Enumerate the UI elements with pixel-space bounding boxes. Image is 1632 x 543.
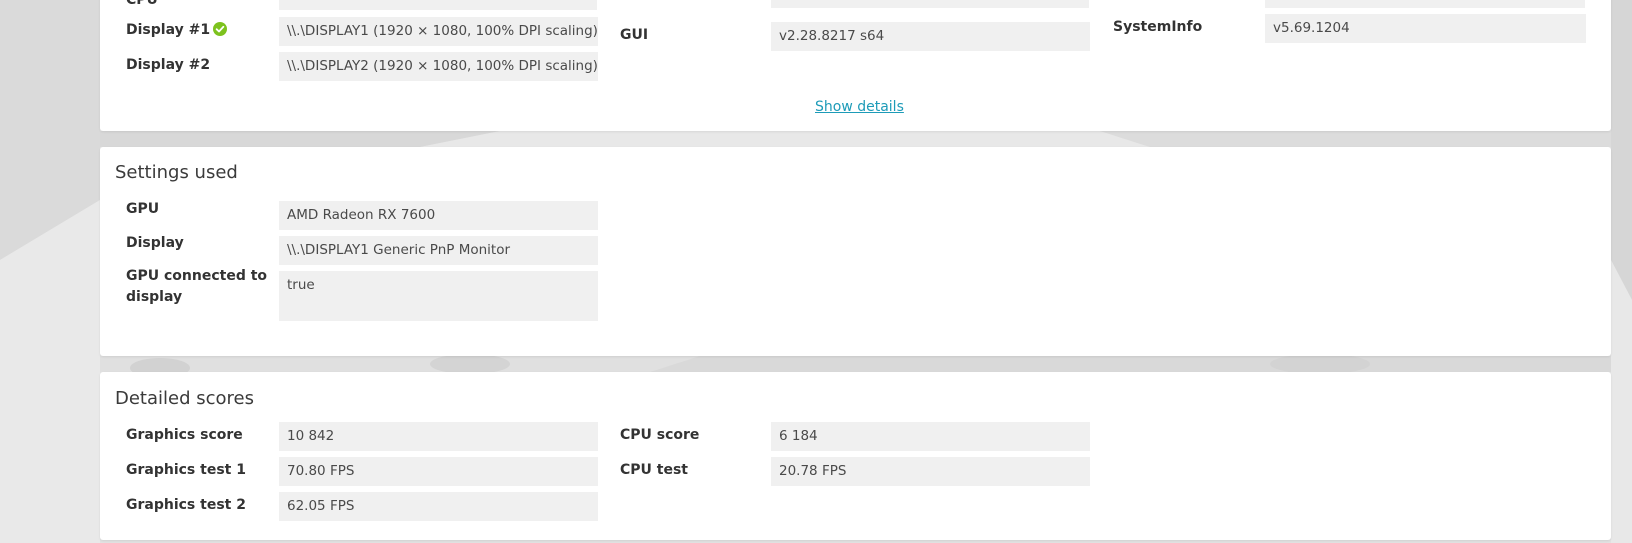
cpu-test-label: CPU test — [620, 462, 688, 478]
settings-gpu-label: GPU — [126, 201, 160, 217]
system-info-panel: CPU Display #1 \\.\DISPLAY1 (1920 × 1080… — [100, 0, 1611, 131]
graphics-score-value: 10 842 — [279, 422, 598, 451]
settings-gpu-connected-value: true — [279, 271, 598, 321]
graphics-test1-label: Graphics test 1 — [126, 462, 246, 478]
column3-value-partial — [1265, 0, 1585, 8]
settings-display-label: Display — [126, 235, 184, 251]
graphics-test1-value: 70.80 FPS — [279, 457, 598, 486]
systeminfo-label: SystemInfo — [1113, 19, 1203, 35]
show-details-link[interactable]: Show details — [815, 99, 904, 115]
gui-value: v2.28.8217 s64 — [771, 22, 1090, 51]
display2-value: \\.\DISPLAY2 (1920 × 1080, 100% DPI scal… — [279, 52, 598, 81]
display1-value: \\.\DISPLAY1 (1920 × 1080, 100% DPI scal… — [279, 17, 598, 46]
display2-label: Display #2 — [126, 57, 211, 73]
graphics-test2-label: Graphics test 2 — [126, 497, 246, 513]
settings-gpu-value: AMD Radeon RX 7600 — [279, 201, 598, 230]
settings-title: Settings used — [115, 162, 238, 183]
column2-value-partial — [771, 0, 1089, 8]
detailed-scores-panel: Detailed scores Graphics score 10 842 Gr… — [100, 372, 1611, 540]
cpu-test-value: 20.78 FPS — [771, 457, 1090, 486]
graphics-score-label: Graphics score — [126, 427, 243, 443]
display1-label: Display #1 — [126, 20, 228, 41]
graphics-test2-value: 62.05 FPS — [279, 492, 598, 521]
cpu-score-label: CPU score — [620, 427, 700, 443]
cpu-score-value: 6 184 — [771, 422, 1090, 451]
systeminfo-value: v5.69.1204 — [1265, 14, 1586, 43]
settings-used-panel: Settings used GPU AMD Radeon RX 7600 Dis… — [100, 147, 1611, 356]
gui-label: GUI — [620, 27, 649, 43]
settings-gpu-connected-label: GPU connected to display — [126, 268, 268, 305]
cpu-value-partial — [279, 0, 597, 10]
scores-title: Detailed scores — [115, 388, 254, 409]
settings-display-value: \\.\DISPLAY1 Generic PnP Monitor — [279, 236, 598, 265]
check-circle-icon — [213, 22, 228, 36]
cpu-label-partial: CPU — [126, 0, 158, 8]
